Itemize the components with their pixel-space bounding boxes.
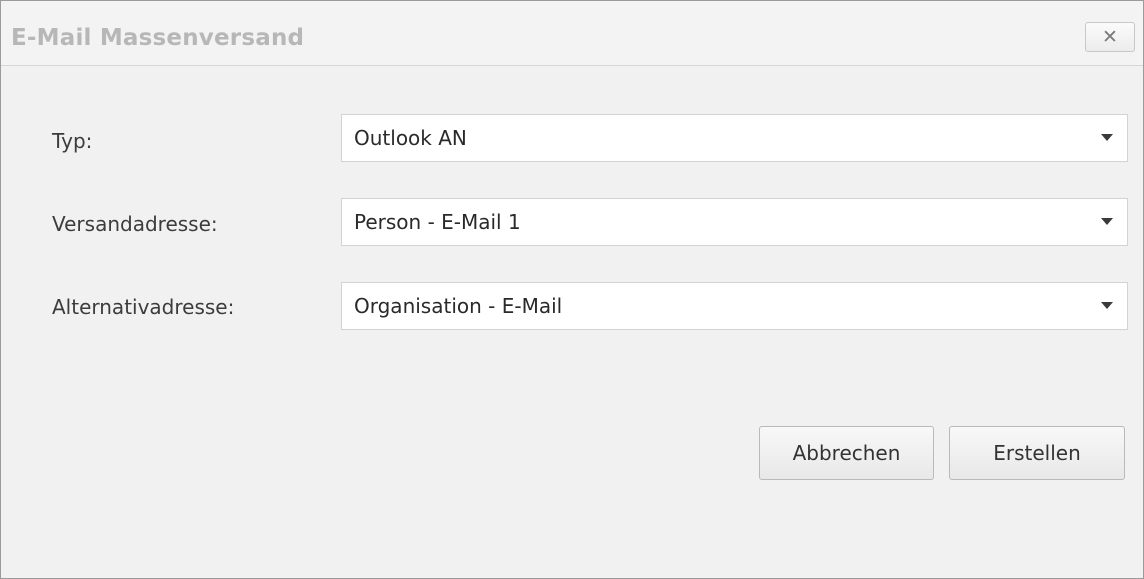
dialog-title: E-Mail Massenversand — [11, 25, 305, 51]
title-bar[interactable]: E-Mail Massenversand ✕ — [1, 1, 1143, 66]
send-address-select[interactable]: Person - E-Mail 1 — [341, 198, 1128, 246]
type-label: Typ: — [52, 129, 93, 153]
dialog-window: E-Mail Massenversand ✕ Typ: Outlook AN V… — [0, 0, 1144, 579]
close-button[interactable]: ✕ — [1085, 22, 1135, 52]
alternative-address-label: Alternativadresse: — [52, 295, 235, 319]
type-select-value: Outlook AN — [354, 126, 467, 150]
cancel-button[interactable]: Abbrechen — [759, 426, 934, 480]
alternative-address-select-value: Organisation - E-Mail — [354, 294, 563, 318]
type-select[interactable]: Outlook AN — [341, 114, 1128, 162]
dropdown-arrow-icon[interactable] — [1101, 134, 1113, 141]
dropdown-arrow-icon[interactable] — [1101, 302, 1113, 309]
create-button[interactable]: Erstellen — [949, 426, 1125, 480]
close-icon: ✕ — [1102, 25, 1118, 48]
send-address-label: Versandadresse: — [52, 212, 218, 236]
send-address-select-value: Person - E-Mail 1 — [354, 210, 521, 234]
dropdown-arrow-icon[interactable] — [1101, 218, 1113, 225]
alternative-address-select[interactable]: Organisation - E-Mail — [341, 282, 1128, 330]
